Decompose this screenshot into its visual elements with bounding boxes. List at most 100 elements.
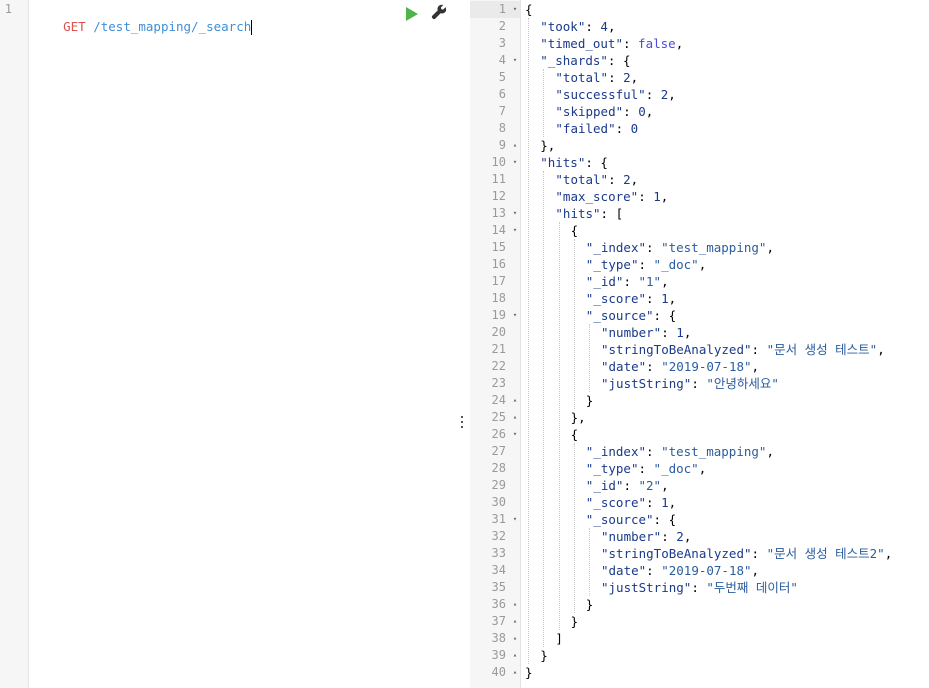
json-boolean: false	[638, 36, 676, 51]
json-punctuation: :	[638, 461, 654, 476]
line-number: 13 ▾	[470, 205, 520, 222]
fold-collapse-icon[interactable]: ▾	[511, 511, 519, 528]
json-key: "_type"	[585, 461, 639, 476]
line-number: 40 ▴	[470, 664, 520, 681]
pane-splitter[interactable]	[452, 0, 470, 688]
json-string: "2019-07-18"	[661, 563, 752, 578]
code-line: "_type": "_doc",	[586, 256, 706, 273]
json-punctuation: ,	[683, 325, 692, 340]
line-number: 31 ▾	[470, 511, 520, 528]
json-key: "_index"	[585, 240, 647, 255]
request-path: /test_mapping/_search	[93, 19, 252, 34]
indent-guide	[543, 69, 545, 137]
response-viewer[interactable]: 1 ▾ 2 3 4 ▾ 5 6 7 8 9 ▴ 10 ▾ 11 12 13 ▾ 14 ▾ 15 16 17 18 19 ▾ 20 21…	[470, 0, 929, 688]
play-icon[interactable]	[406, 7, 418, 21]
line-number: 17	[470, 273, 520, 290]
line-number: 18	[470, 290, 520, 307]
code-line: "total": 2,	[555, 171, 638, 188]
text-cursor	[251, 20, 253, 35]
fold-collapse-icon[interactable]: ▾	[511, 1, 519, 18]
fold-expand-icon[interactable]: ▴	[511, 596, 519, 613]
json-string: "문서 생성 테스트2"	[766, 546, 885, 561]
json-punctuation: :	[623, 104, 639, 119]
fold-collapse-icon[interactable]: ▾	[511, 52, 519, 69]
json-punctuation: :	[622, 36, 639, 51]
json-string: "2"	[638, 478, 662, 493]
json-punctuation: {	[570, 223, 579, 238]
json-punctuation: ,	[630, 172, 639, 187]
json-string: "1"	[638, 274, 662, 289]
line-number: 8	[470, 120, 520, 137]
json-punctuation: {	[525, 2, 533, 17]
fold-collapse-icon[interactable]: ▾	[511, 205, 519, 222]
code-line: "_shards": {	[540, 52, 630, 69]
json-number: 2	[623, 172, 631, 187]
json-key: "_score"	[585, 291, 647, 306]
fold-expand-icon[interactable]: ▴	[511, 137, 519, 154]
code-line: "_index": "test_mapping",	[586, 239, 774, 256]
line-number: 27	[470, 443, 520, 460]
line-number: 4 ▾	[470, 52, 520, 69]
json-key: "justString"	[601, 376, 692, 391]
line-number: 19 ▾	[470, 307, 520, 324]
line-number: 2	[470, 18, 520, 35]
line-number-text: 12	[491, 189, 506, 203]
json-number: 0	[638, 104, 646, 119]
line-number: 1 ▾	[470, 1, 520, 18]
fold-expand-icon[interactable]: ▴	[511, 392, 519, 409]
line-number-text: 22	[491, 359, 506, 373]
line-number: 30	[470, 494, 520, 511]
fold-expand-icon[interactable]: ▴	[511, 409, 519, 426]
indent-guide	[543, 171, 545, 647]
line-number: 23	[470, 375, 520, 392]
json-key: "date"	[601, 563, 647, 578]
fold-expand-icon[interactable]: ▴	[511, 630, 519, 647]
fold-collapse-icon[interactable]: ▾	[511, 154, 519, 171]
fold-expand-icon[interactable]: ▴	[511, 613, 519, 630]
json-punctuation: :	[646, 240, 662, 255]
fold-collapse-icon[interactable]: ▾	[511, 307, 519, 324]
line-number-text: 19	[491, 308, 506, 322]
json-key: "hits"	[540, 155, 586, 170]
json-punctuation: :	[751, 342, 767, 357]
fold-expand-icon[interactable]: ▴	[511, 647, 519, 664]
json-string: "_doc"	[653, 461, 699, 476]
json-punctuation: {	[570, 427, 579, 442]
fold-collapse-icon[interactable]: ▾	[511, 222, 519, 239]
json-punctuation: :	[623, 478, 639, 493]
json-punctuation: :	[608, 172, 624, 187]
line-number-text: 26	[491, 427, 506, 441]
line-number: 24 ▴	[470, 392, 520, 409]
code-line: "_score": 1,	[586, 494, 676, 511]
json-number: 1	[676, 325, 684, 340]
request-line[interactable]: GET /test_mapping/_search	[33, 1, 253, 35]
fold-collapse-icon[interactable]: ▾	[511, 426, 519, 443]
splitter-handle-icon[interactable]	[461, 416, 463, 430]
json-punctuation: :	[585, 19, 601, 34]
code-line: "stringToBeAnalyzed": "문서 생성 테스트",	[601, 341, 885, 358]
json-punctuation: :	[646, 359, 662, 374]
code-line: "date": "2019-07-18",	[601, 358, 759, 375]
json-punctuation: :	[638, 189, 654, 204]
line-number: 14 ▾	[470, 222, 520, 239]
line-number-text: 7	[498, 104, 506, 118]
line-number-text: 16	[491, 257, 506, 271]
line-number: 28	[470, 460, 520, 477]
json-punctuation: ,	[751, 563, 760, 578]
json-punctuation: ,	[661, 478, 669, 493]
line-number-text: 28	[491, 461, 506, 475]
json-key: "_shards"	[540, 53, 608, 68]
line-number-text: 3	[498, 36, 506, 50]
json-key: "justString"	[601, 580, 692, 595]
code-line: "number": 1,	[601, 324, 691, 341]
wrench-icon[interactable]	[431, 4, 447, 20]
indent-guide	[528, 18, 530, 664]
request-editor[interactable]: 1 GET /test_mapping/_search	[0, 0, 452, 688]
line-number-text: 35	[491, 580, 506, 594]
fold-expand-icon[interactable]: ▴	[511, 664, 519, 681]
json-punctuation: : [	[600, 206, 624, 221]
json-punctuation: :	[638, 257, 654, 272]
line-number-text: 2	[498, 19, 506, 33]
json-punctuation: :	[691, 580, 707, 595]
code-line: "justString": "두번째 데이터"	[601, 579, 798, 596]
